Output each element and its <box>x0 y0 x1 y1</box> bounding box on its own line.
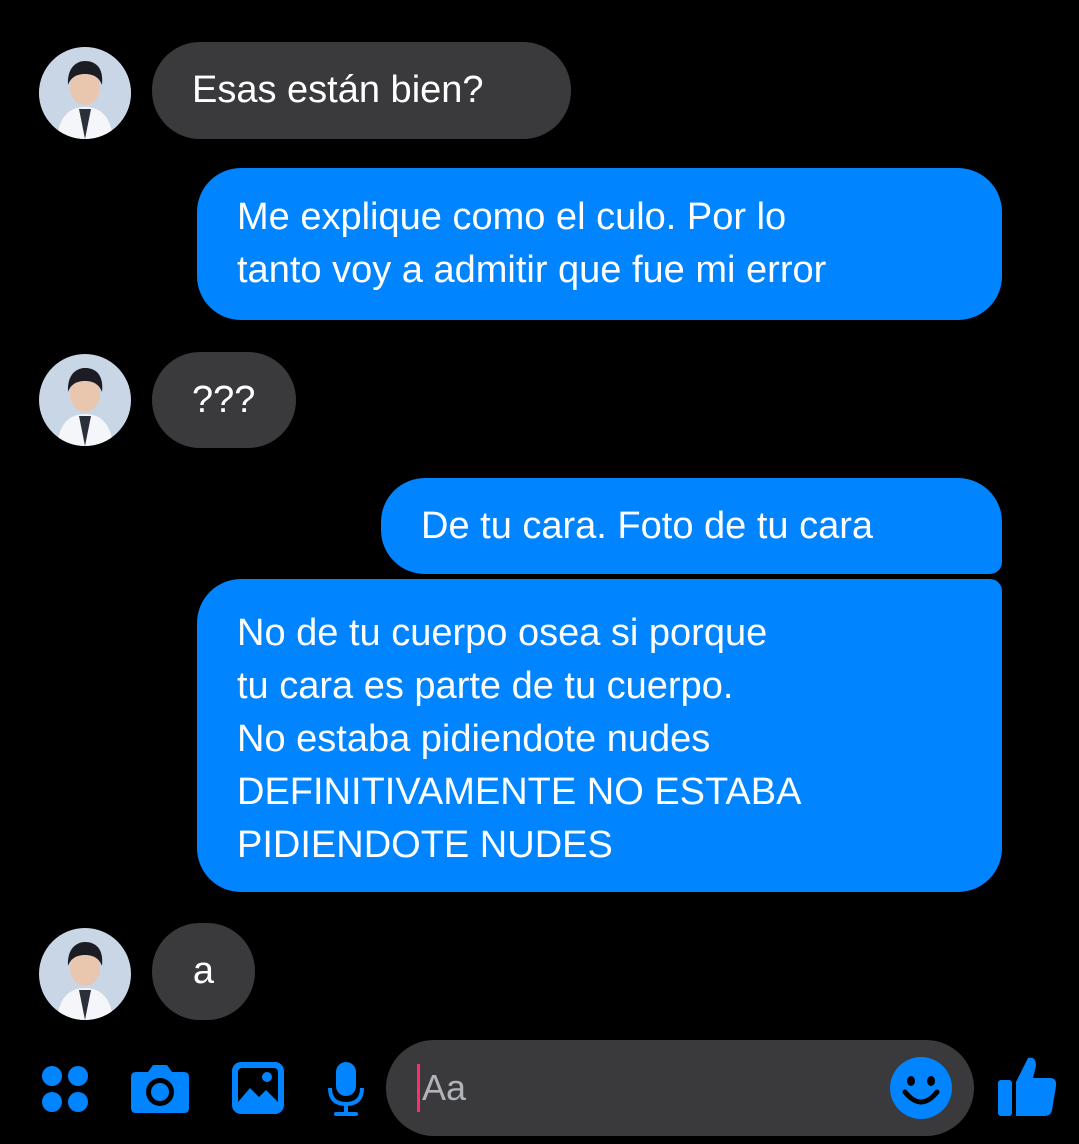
incoming-message[interactable]: ??? <box>152 352 296 448</box>
message-text: tu cara es parte de tu cuerpo. <box>237 665 734 707</box>
outgoing-message[interactable]: Me explique como el culo. Por lo tanto v… <box>197 168 1002 320</box>
chat-thread: Esas están bien? Me explique como el cul… <box>0 0 1079 1144</box>
message-text: ??? <box>192 379 256 421</box>
apps-grid-icon[interactable] <box>40 1064 90 1114</box>
incoming-message[interactable]: a <box>152 923 255 1020</box>
message-text: Esas están bien? <box>192 69 484 111</box>
camera-icon[interactable] <box>130 1062 190 1114</box>
emoji-icon[interactable] <box>889 1056 953 1120</box>
text-caret <box>417 1064 420 1112</box>
message-input-placeholder: Aa <box>422 1067 467 1108</box>
message-text: DEFINITIVAMENTE NO ESTABA <box>237 771 802 813</box>
message-text: De tu cara. Foto de tu cara <box>421 505 874 547</box>
incoming-message[interactable]: Esas están bien? <box>152 42 571 139</box>
message-text: No estaba pidiendote nudes <box>237 718 711 760</box>
message-text: Me explique como el culo. Por lo <box>237 196 787 238</box>
contact-avatar[interactable] <box>39 928 131 1020</box>
message-text: tanto voy a admitir que fue mi error <box>237 249 827 291</box>
message-text: PIDIENDOTE NUDES <box>237 824 613 866</box>
composer-bar: Aa <box>0 1036 1079 1144</box>
message-text: a <box>192 950 215 992</box>
contact-avatar[interactable] <box>39 354 131 446</box>
thumbs-up-icon[interactable] <box>996 1054 1058 1118</box>
message-text: No de tu cuerpo osea si porque <box>237 612 768 654</box>
contact-avatar[interactable] <box>39 47 131 139</box>
gallery-icon[interactable] <box>230 1060 286 1116</box>
message-input[interactable]: Aa <box>386 1040 974 1136</box>
microphone-icon[interactable] <box>326 1060 366 1118</box>
outgoing-message[interactable]: No de tu cuerpo osea si porque tu cara e… <box>197 579 1002 892</box>
outgoing-message[interactable]: De tu cara. Foto de tu cara <box>381 478 1002 574</box>
